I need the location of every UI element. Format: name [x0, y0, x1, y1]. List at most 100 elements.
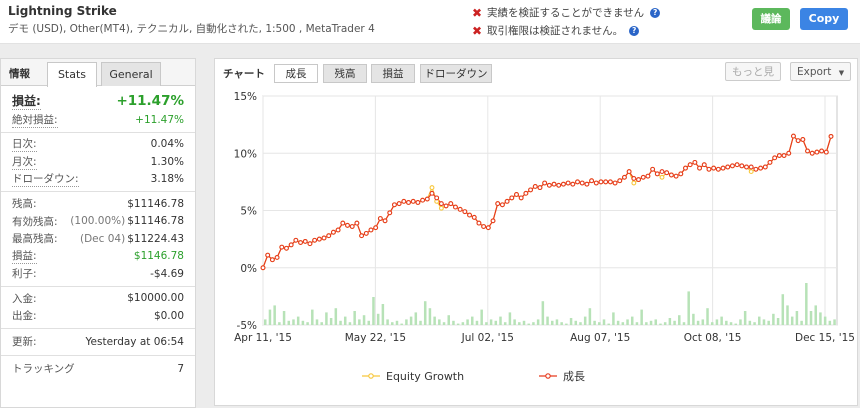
tab-profit[interactable]: 損益 [371, 64, 415, 83]
y-tick-label: 5% [240, 206, 257, 218]
data-point-growth [490, 218, 496, 224]
volume-bar [748, 320, 752, 325]
data-point-growth [598, 179, 604, 185]
warning-trading-privileges: ✖ 取引権限は検証されません。 ? [472, 23, 640, 38]
data-point-growth [349, 224, 355, 229]
volume-bar [569, 318, 573, 325]
info-tabs: 情報 Stats General [1, 59, 195, 87]
data-point-growth [396, 201, 402, 207]
y-tick-label: 15% [234, 91, 257, 103]
stat-value: +11.47% [116, 93, 184, 109]
data-point-growth [758, 165, 764, 171]
data-point-equity-growth [429, 185, 435, 191]
legend-label-equity-growth[interactable]: Equity Growth [386, 370, 464, 383]
data-point-growth [772, 155, 778, 161]
tab-balance[interactable]: 残高 [323, 64, 367, 83]
volume-bar [734, 323, 737, 325]
data-point-growth [711, 165, 717, 171]
volume-bar [710, 322, 714, 325]
series-line-equity-growth [262, 134, 832, 269]
tab-general[interactable]: General [101, 62, 161, 86]
tab-drawdown[interactable]: ドローダウン [420, 64, 492, 83]
volume-bar [278, 322, 281, 325]
info-title: 情報 [9, 68, 30, 80]
volume-bar [739, 319, 742, 325]
volume-bar [626, 319, 629, 325]
stat-label[interactable]: 損益: [12, 248, 37, 265]
volume-bar [367, 320, 371, 325]
data-point-growth [565, 180, 571, 186]
data-point-growth [377, 216, 383, 221]
data-point-growth [363, 230, 369, 236]
data-point-growth [795, 138, 801, 144]
data-point-growth [762, 164, 768, 170]
data-point-growth [279, 244, 285, 250]
stat-label[interactable]: 損益: [12, 92, 41, 110]
volume-bar [546, 316, 549, 325]
x-tick-label: Oct 08, '15 [684, 332, 742, 344]
volume-bar [701, 319, 705, 325]
volume-bar [696, 320, 700, 325]
volume-bar [668, 318, 672, 325]
volume-bar [438, 319, 441, 325]
help-icon[interactable]: ? [650, 7, 661, 18]
volume-bar [334, 308, 338, 325]
stat-label[interactable]: ドローダウン: [12, 171, 79, 188]
legend-label-growth[interactable]: 成長 [563, 370, 585, 383]
export-button[interactable]: Export ▼ [790, 62, 852, 81]
data-point-growth [626, 169, 632, 175]
volume-bar [743, 311, 747, 325]
data-point-growth [659, 169, 665, 175]
stat-label: 利子: [12, 268, 37, 281]
copy-button[interactable]: Copy [800, 8, 848, 30]
data-point-growth [715, 166, 721, 172]
discuss-button[interactable]: 議論 [752, 8, 790, 30]
warning-track-record: ✖ 実績を検証することができません ? [472, 5, 661, 20]
volume-bar [678, 315, 681, 325]
more-button[interactable]: もっと見 [725, 62, 781, 81]
data-point-equity-growth [659, 174, 665, 180]
volume-bar [452, 320, 455, 325]
volume-bar [753, 322, 756, 325]
data-point-growth [725, 164, 731, 170]
data-point-equity-growth [438, 205, 444, 211]
data-point-growth [429, 190, 435, 196]
volume-bar [282, 311, 286, 325]
data-point-growth [359, 233, 365, 239]
tab-growth[interactable]: 成長 [274, 64, 318, 83]
stat-label[interactable]: 月次: [12, 154, 37, 170]
data-point-growth [438, 201, 444, 207]
data-point-growth [387, 210, 393, 216]
y-tick-label: 0% [240, 263, 257, 275]
volume-bar [268, 309, 272, 325]
data-point-growth [448, 201, 454, 207]
y-tick-label: 10% [234, 148, 257, 160]
volume-bar [264, 319, 267, 325]
data-point-growth [307, 241, 313, 247]
data-point-growth [288, 242, 294, 248]
tab-stats[interactable]: Stats [47, 62, 97, 87]
data-point-growth [683, 165, 688, 171]
volume-bar [471, 316, 474, 325]
stat-label[interactable]: 絶対損益: [12, 112, 58, 128]
data-point-growth [443, 203, 449, 209]
help-icon[interactable]: ? [629, 25, 640, 36]
data-point-growth [739, 163, 745, 169]
volume-bar [325, 312, 328, 325]
growth-chart[interactable]: 15% 10% 5% 0% -5% Apr 11, '15 May 22, '15 Jul … [215, 86, 857, 406]
stat-updated: 更新: Yesterday at 06:54 [1, 332, 195, 352]
volume-bar [781, 294, 785, 325]
data-point-growth [790, 133, 796, 139]
volume-bar [565, 323, 568, 325]
chart-panel-title: チャート [223, 68, 265, 80]
data-point-growth [734, 162, 740, 168]
volume-bar [372, 297, 375, 325]
stat-label: 最高残高: [12, 233, 58, 246]
volume-bar [419, 320, 422, 325]
volume-bar [654, 319, 658, 325]
volume-bar [405, 319, 408, 325]
chevron-down-icon: ▼ [838, 69, 845, 77]
stat-label[interactable]: 日次: [12, 136, 37, 153]
volume-bar [494, 320, 498, 325]
volume-bar [301, 320, 305, 325]
